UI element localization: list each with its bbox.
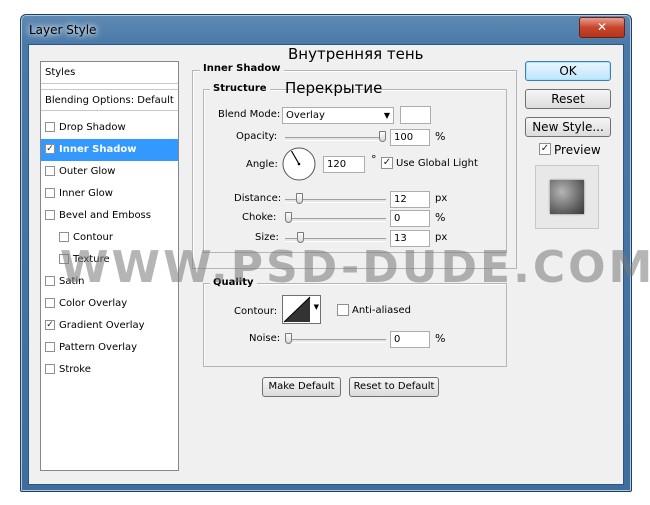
choke-label: Choke:	[242, 212, 277, 223]
style-item-label: Inner Glow	[59, 188, 113, 199]
annotation-overlay-ru: Перекрытие	[285, 79, 383, 97]
anti-aliased-checkbox[interactable]	[337, 304, 349, 316]
noise-slider-thumb[interactable]	[285, 333, 292, 344]
style-item-bevel-and-emboss[interactable]: Bevel and Emboss	[41, 205, 178, 227]
make-default-button[interactable]: Make Default	[262, 377, 341, 397]
angle-dial[interactable]	[281, 146, 317, 182]
checkmark-icon: ✓	[382, 157, 392, 168]
blend-color-swatch[interactable]	[400, 106, 431, 124]
preview-label: Preview	[554, 143, 601, 157]
style-item-label: Bevel and Emboss	[59, 210, 151, 221]
style-item-pattern-overlay[interactable]: Pattern Overlay	[41, 337, 178, 359]
close-icon: ✕	[596, 20, 608, 34]
noise-label: Noise:	[249, 333, 281, 344]
distance-unit: px	[435, 193, 448, 204]
watermark: WWW.PSD-DUDE.COM	[60, 242, 650, 293]
angle-input[interactable]: 120	[323, 156, 365, 173]
choke-slider-track[interactable]	[285, 218, 386, 222]
contour-label: Contour:	[234, 306, 278, 317]
style-checkbox[interactable]	[45, 364, 55, 374]
reset-to-default-button[interactable]: Reset to Default	[349, 377, 439, 397]
opacity-input[interactable]: 100	[390, 129, 430, 146]
style-item-label: Outer Glow	[59, 166, 116, 177]
reset-button[interactable]: Reset	[525, 89, 611, 109]
style-checkbox[interactable]	[45, 276, 55, 286]
style-checkbox[interactable]	[45, 122, 55, 132]
style-item-drop-shadow[interactable]: Drop Shadow	[41, 117, 178, 139]
opacity-slider-thumb[interactable]	[379, 131, 386, 142]
opacity-unit: %	[435, 130, 446, 143]
noise-input[interactable]: 0	[390, 331, 430, 348]
noise-slider-track[interactable]	[285, 339, 386, 343]
blend-mode-label: Blend Mode:	[218, 109, 281, 120]
style-checkbox[interactable]	[59, 232, 69, 242]
checkmark-icon: ✓	[540, 143, 550, 154]
structure-legend: Structure	[210, 83, 270, 94]
style-checkbox[interactable]	[45, 298, 55, 308]
chevron-down-icon: ▼	[383, 111, 390, 120]
style-checkbox[interactable]	[45, 188, 55, 198]
style-item-label: Drop Shadow	[59, 122, 126, 133]
style-item-gradient-overlay[interactable]: ✓ Gradient Overlay	[41, 315, 178, 337]
close-button[interactable]: ✕	[579, 17, 625, 38]
opacity-slider-track[interactable]	[285, 137, 386, 141]
style-item-label: Stroke	[59, 364, 91, 375]
annotation-inner-shadow-ru: Внутренняя тень	[288, 45, 424, 63]
inner-shadow-title: Inner Shadow	[200, 63, 284, 74]
angle-label: Angle:	[246, 159, 278, 170]
style-checkbox[interactable]	[45, 210, 55, 220]
choke-input[interactable]: 0	[390, 210, 430, 227]
quality-group	[203, 283, 507, 367]
use-global-light-label: Use Global Light	[396, 158, 478, 169]
noise-unit: %	[435, 332, 446, 345]
choke-slider-thumb[interactable]	[285, 212, 292, 223]
styles-header[interactable]: Styles	[41, 62, 178, 84]
window-title: Layer Style	[29, 23, 97, 37]
ok-button[interactable]: OK	[525, 61, 611, 81]
style-checkbox[interactable]	[45, 166, 55, 176]
contour-picker[interactable]: ▼	[282, 295, 321, 324]
style-item-inner-shadow[interactable]: ✓ Inner Shadow	[41, 139, 178, 161]
style-checkbox[interactable]	[45, 342, 55, 352]
chevron-down-icon: ▼	[313, 303, 319, 311]
distance-slider-thumb[interactable]	[296, 193, 304, 204]
preview-swatch	[550, 180, 584, 214]
preview-checkbox[interactable]: ✓	[539, 143, 551, 155]
style-item-label: Gradient Overlay	[59, 320, 145, 331]
style-item-label: Pattern Overlay	[59, 342, 138, 353]
style-item-label: Inner Shadow	[59, 144, 137, 155]
style-checkbox[interactable]: ✓	[45, 144, 55, 154]
style-item-outer-glow[interactable]: Outer Glow	[41, 161, 178, 183]
style-item-label: Color Overlay	[59, 298, 128, 309]
new-style-button[interactable]: New Style...	[525, 117, 611, 137]
style-item-stroke[interactable]: Stroke	[41, 359, 178, 381]
distance-input[interactable]: 12	[390, 191, 430, 208]
blend-mode-select[interactable]: Overlay ▼	[282, 107, 394, 124]
blending-options-item[interactable]: Blending Options: Default	[41, 89, 178, 111]
style-checkbox[interactable]: ✓	[45, 320, 55, 330]
use-global-light-checkbox[interactable]: ✓	[381, 157, 393, 169]
angle-unit: °	[371, 153, 377, 166]
distance-label: Distance:	[234, 193, 282, 204]
opacity-label: Opacity:	[236, 131, 278, 142]
style-item-inner-glow[interactable]: Inner Glow	[41, 183, 178, 205]
style-preview	[535, 165, 599, 229]
contour-curve-icon	[283, 296, 311, 323]
anti-aliased-label: Anti-aliased	[352, 305, 412, 316]
choke-unit: %	[435, 211, 446, 224]
style-item-color-overlay[interactable]: Color Overlay	[41, 293, 178, 315]
